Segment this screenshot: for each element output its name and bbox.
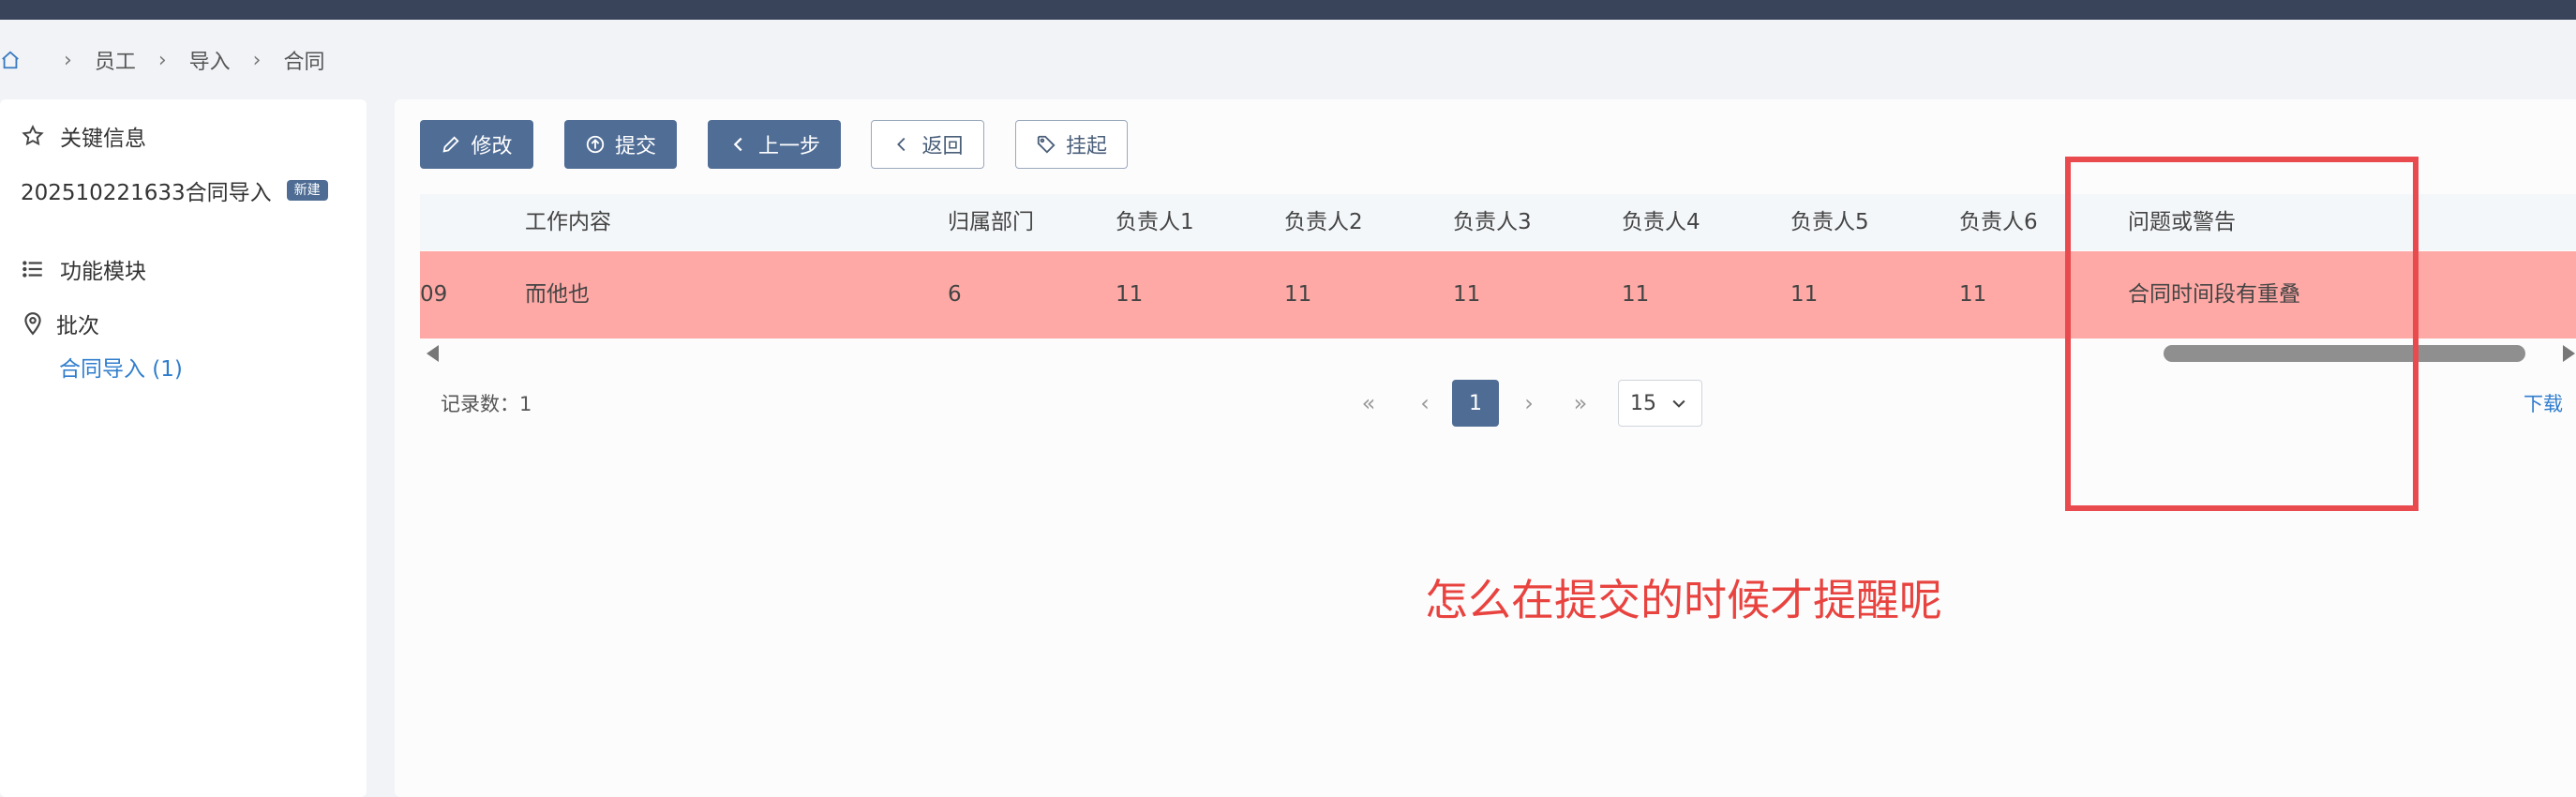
top-bar bbox=[0, 0, 2576, 20]
page-size-select[interactable]: 15 bbox=[1618, 380, 1702, 427]
previous-step-label: 上一步 bbox=[757, 135, 820, 158]
home-icon[interactable] bbox=[0, 50, 21, 70]
modules-label: 功能模块 bbox=[60, 260, 146, 284]
previous-step-button[interactable]: 上一步 bbox=[708, 120, 841, 169]
chevron-left-icon bbox=[733, 137, 742, 152]
upload-circle-icon bbox=[586, 135, 605, 154]
edit-button[interactable]: 修改 bbox=[420, 120, 533, 169]
edit-button-label: 修改 bbox=[471, 135, 513, 158]
location-pin-icon bbox=[24, 312, 41, 336]
scroll-left-arrow-icon[interactable] bbox=[427, 345, 439, 362]
status-badge: 新建 bbox=[286, 180, 328, 201]
tag-icon bbox=[1037, 135, 1056, 154]
pencil-icon bbox=[442, 136, 460, 153]
download-link[interactable]: 下载 bbox=[2524, 390, 2563, 418]
back-button[interactable]: 返回 bbox=[871, 120, 984, 169]
column-header[interactable]: 归属部门 bbox=[948, 194, 1034, 250]
column-header[interactable]: 负责人2 bbox=[1284, 194, 1363, 250]
batch-link-contract-import[interactable]: 合同导入 (1) bbox=[59, 351, 183, 383]
breadcrumb: › 员工 › 导入 › 合同 bbox=[0, 45, 324, 75]
modules-header: 功能模块 bbox=[21, 253, 146, 285]
column-header[interactable]: 负责人4 bbox=[1622, 194, 1700, 250]
breadcrumb-item[interactable]: 导入 bbox=[189, 45, 231, 75]
table-cell: 11 bbox=[1790, 282, 1819, 307]
back-button-label: 返回 bbox=[921, 135, 964, 158]
prev-page-button[interactable]: ‹ bbox=[1406, 380, 1444, 427]
submit-button-label: 提交 bbox=[614, 135, 656, 158]
batch-header: 批次 bbox=[21, 308, 99, 339]
record-title: 202510221633合同导入 bbox=[21, 181, 272, 205]
page-number-current[interactable]: 1 bbox=[1452, 380, 1499, 427]
scroll-right-arrow-icon[interactable] bbox=[2563, 345, 2575, 362]
suspend-button[interactable]: 挂起 bbox=[1015, 120, 1128, 169]
batch-label: 批次 bbox=[56, 314, 99, 338]
chevron-right-icon: › bbox=[252, 48, 262, 72]
chevron-right-icon: › bbox=[64, 48, 72, 72]
column-header[interactable]: 负责人5 bbox=[1790, 194, 1869, 250]
page-size-value: 15 bbox=[1630, 391, 1656, 415]
chevron-down-icon bbox=[1672, 399, 1685, 408]
annotation-highlight-box bbox=[2065, 157, 2419, 511]
breadcrumb-item[interactable]: 员工 bbox=[95, 45, 136, 75]
column-header[interactable]: 负责人6 bbox=[1959, 194, 2038, 250]
record-title-row: 202510221633合同导入 新建 bbox=[21, 174, 328, 206]
first-page-button[interactable]: « bbox=[1350, 380, 1387, 427]
table-cell: 6 bbox=[948, 282, 962, 307]
star-icon bbox=[22, 125, 44, 146]
chevron-left-icon bbox=[897, 137, 906, 152]
key-info-label: 关键信息 bbox=[60, 127, 146, 151]
table-cell: 11 bbox=[1116, 282, 1144, 307]
suspend-button-label: 挂起 bbox=[1065, 135, 1107, 158]
column-header[interactable]: 负责人1 bbox=[1116, 194, 1194, 250]
breadcrumb-item[interactable]: 合同 bbox=[283, 45, 324, 75]
record-count: 记录数：1 bbox=[441, 393, 532, 415]
last-page-button[interactable]: » bbox=[1562, 380, 1599, 427]
list-icon bbox=[22, 261, 42, 278]
table-cell: 11 bbox=[1622, 282, 1650, 307]
table-cell: 而他也 bbox=[525, 282, 590, 307]
table-cell: 11 bbox=[1284, 282, 1312, 307]
table-cell: 11 bbox=[1453, 282, 1481, 307]
column-header[interactable]: 负责人3 bbox=[1453, 194, 1532, 250]
chevron-right-icon: › bbox=[157, 48, 167, 72]
key-info-header: 关键信息 bbox=[21, 120, 146, 152]
table-cell: 09 bbox=[420, 282, 448, 307]
next-page-button[interactable]: › bbox=[1510, 380, 1548, 427]
submit-button[interactable]: 提交 bbox=[564, 120, 677, 169]
table-cell: 11 bbox=[1959, 282, 1987, 307]
column-header[interactable]: 工作内容 bbox=[525, 194, 611, 250]
left-panel: 关键信息 202510221633合同导入 新建 功能模块 批次 合同导入 (1… bbox=[0, 99, 367, 797]
annotation-text: 怎么在提交的时候才提醒呢 bbox=[1425, 575, 1942, 625]
